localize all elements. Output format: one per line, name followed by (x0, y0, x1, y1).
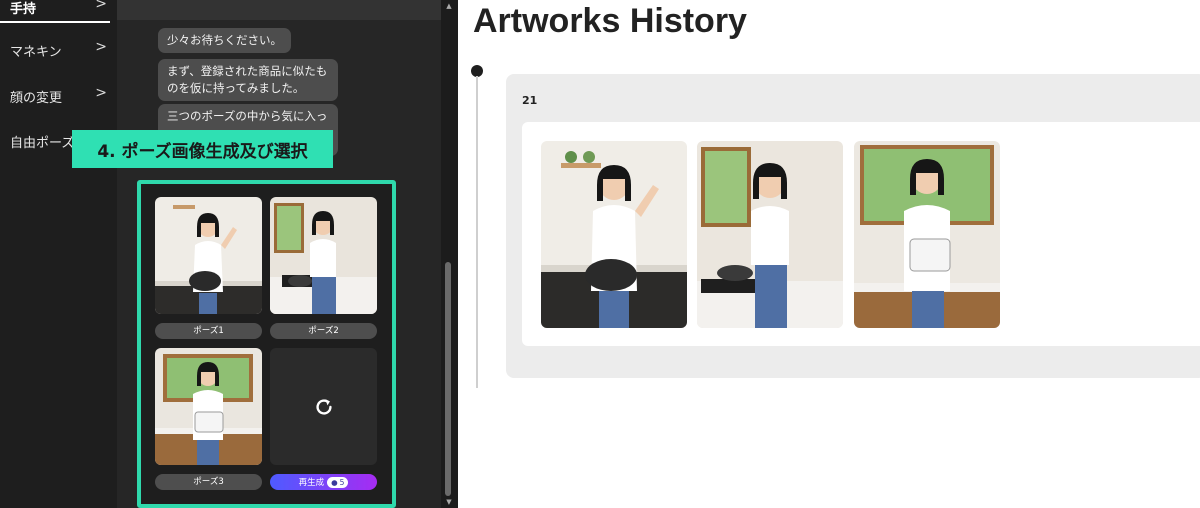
artwork-3 (854, 141, 1000, 328)
sidebar-item-label: 自由ポーズ (10, 136, 75, 151)
pose-1-image (155, 197, 262, 314)
sidebar-item-mannequin[interactable]: マネキン > (0, 35, 117, 65)
pose-1-label[interactable]: ポーズ1 (155, 323, 262, 339)
scroll-down-icon[interactable]: ▼ (444, 498, 454, 506)
pose-3-image (155, 348, 262, 465)
pose-2-image (270, 197, 377, 314)
chat-message: まず、登録された商品に似たものを仮に持ってみました。 (158, 59, 338, 101)
credit-cost: ● 5 (327, 476, 349, 488)
timeline-line (476, 76, 478, 388)
regenerate-label: 再生成 (298, 478, 325, 488)
chat-header-bar (117, 0, 441, 20)
regenerate-tile[interactable] (270, 348, 377, 465)
artwork-image-2[interactable] (697, 141, 843, 328)
step-badge: 4. ポーズ画像生成及び選択 (72, 130, 333, 168)
pose-3-label[interactable]: ポーズ3 (155, 474, 262, 490)
artwork-2 (697, 141, 843, 328)
coin-icon: ● (331, 477, 338, 487)
sidebar: 手持 > マネキン > 顔の変更 > 自由ポーズ (0, 0, 117, 508)
sidebar-item-label: 顔の変更 (10, 91, 63, 106)
sidebar-item-label: 手持 (10, 2, 37, 17)
pose-2-thumbnail[interactable] (270, 197, 377, 314)
regenerate-button[interactable]: 再生成 ● 5 (270, 474, 377, 490)
sidebar-item-hand-held[interactable]: 手持 > (0, 0, 117, 22)
artwork-1 (541, 141, 687, 328)
chevron-right-icon: > (95, 85, 107, 101)
credit-cost-value: 5 (339, 477, 345, 487)
pose-3-thumbnail[interactable] (155, 348, 262, 465)
history-entry-number: 21 (522, 94, 538, 107)
sidebar-item-face-change[interactable]: 顔の変更 > (0, 81, 117, 111)
artworks-history-panel: Artworks History 21 (458, 0, 1200, 508)
scrollbar-thumb[interactable] (445, 262, 451, 496)
sidebar-item-label: マネキン (10, 45, 62, 60)
chat-message: 少々お待ちください。 (158, 28, 291, 53)
pose-selection-panel: ポーズ1 ポーズ2 ポーズ3 再生成 ● 5 (137, 180, 396, 508)
chevron-right-icon: > (95, 0, 107, 12)
history-entry-gallery (522, 122, 1200, 346)
app-left-panel: 手持 > マネキン > 顔の変更 > 自由ポーズ 少々お待ちください。 まず、登… (0, 0, 458, 508)
active-tab-underline (0, 21, 110, 23)
pose-2-label[interactable]: ポーズ2 (270, 323, 377, 339)
pose-1-thumbnail[interactable] (155, 197, 262, 314)
history-entry-card: 21 (506, 74, 1200, 378)
artwork-image-3[interactable] (854, 141, 1000, 328)
artwork-image-1[interactable] (541, 141, 687, 328)
scroll-up-icon[interactable]: ▲ (444, 2, 454, 10)
page-title: Artworks History (473, 2, 747, 40)
chevron-right-icon: > (95, 39, 107, 55)
refresh-icon (315, 398, 332, 415)
